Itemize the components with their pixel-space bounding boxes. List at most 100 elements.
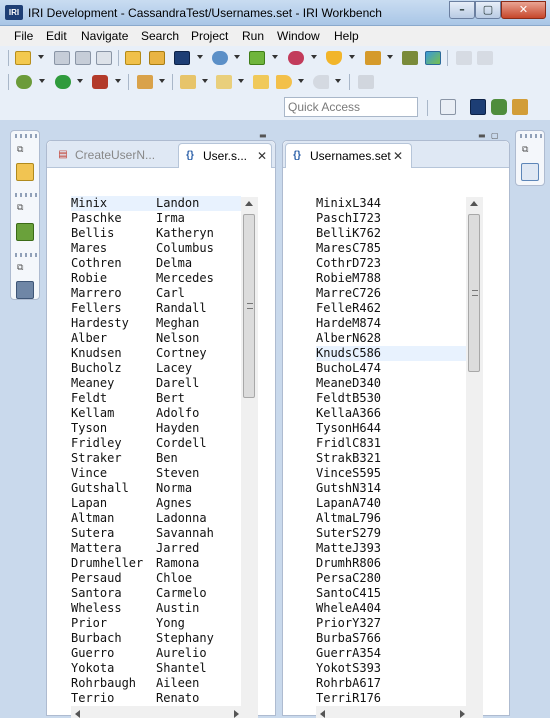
username-line[interactable]: PriorY327: [316, 616, 466, 631]
close-tab-icon[interactable]: ✕: [257, 144, 267, 168]
username-line[interactable]: WheleA404: [316, 601, 466, 616]
chevron-down-icon[interactable]: [349, 55, 355, 59]
data-source-icon[interactable]: [16, 281, 34, 299]
editor-line[interactable]: Minix Landon: [71, 196, 241, 211]
username-line[interactable]: VinceS595: [316, 466, 466, 481]
chevron-down-icon[interactable]: [202, 79, 208, 83]
chevron-down-icon[interactable]: [77, 79, 83, 83]
username-line[interactable]: DrumhR806: [316, 556, 466, 571]
username-line[interactable]: LapanA740: [316, 496, 466, 511]
editor-line[interactable]: Hardesty Meghan: [71, 316, 241, 331]
editor-line[interactable]: Tyson Hayden: [71, 421, 241, 436]
right-editor-text[interactable]: MinixL344 PaschI723 BelliK762 MaresC785 Coth…: [316, 196, 466, 706]
forward-icon[interactable]: [313, 75, 329, 89]
chevron-down-icon[interactable]: [234, 55, 240, 59]
pin-icon[interactable]: [358, 75, 374, 89]
tools-icon[interactable]: [365, 51, 381, 65]
editor-line[interactable]: Mattera Jarred: [71, 541, 241, 556]
menu-search[interactable]: Search: [141, 29, 179, 43]
restore-icon[interactable]: ⧉: [522, 145, 534, 155]
run-icon[interactable]: [55, 75, 71, 89]
username-line[interactable]: GutshN314: [316, 481, 466, 496]
annotation-icon[interactable]: [180, 75, 196, 89]
editor-line[interactable]: Bucholz Lacey: [71, 361, 241, 376]
username-line[interactable]: PaschI723: [316, 211, 466, 226]
username-line[interactable]: AltmaL796: [316, 511, 466, 526]
chevron-down-icon[interactable]: [387, 55, 393, 59]
scroll-up-icon[interactable]: [470, 201, 478, 206]
editor-line[interactable]: Rohrbaugh Aileen: [71, 676, 241, 691]
chevron-down-icon[interactable]: [272, 55, 278, 59]
quick-access-input[interactable]: Quick Access: [284, 97, 418, 117]
editor-line[interactable]: Burbach Stephany: [71, 631, 241, 646]
java-perspective-icon[interactable]: [512, 99, 528, 115]
menu-project[interactable]: Project: [191, 29, 228, 43]
username-line[interactable]: MeaneD340: [316, 376, 466, 391]
scroll-up-icon[interactable]: [245, 201, 253, 206]
username-line[interactable]: SuterS279: [316, 526, 466, 541]
trim-grip[interactable]: [520, 134, 544, 138]
shield-icon[interactable]: [288, 51, 304, 65]
trim-grip[interactable]: [15, 134, 39, 138]
chevron-down-icon[interactable]: [39, 79, 45, 83]
scroll-right-icon[interactable]: [234, 710, 239, 718]
username-line[interactable]: KnudsC586: [316, 346, 466, 361]
menu-help[interactable]: Help: [334, 29, 359, 43]
restore-icon[interactable]: ⧉: [17, 263, 29, 273]
open-perspective-icon[interactable]: [440, 99, 456, 115]
tab-create-user[interactable]: ▤ CreateUserN...: [51, 143, 177, 168]
editor-line[interactable]: Paschke Irma: [71, 211, 241, 226]
editor-line[interactable]: Meaney Darell: [71, 376, 241, 391]
scroll-thumb[interactable]: [468, 214, 480, 372]
editor-line[interactable]: Yokota Shantel: [71, 661, 241, 676]
username-line[interactable]: StrakB321: [316, 451, 466, 466]
chevron-down-icon[interactable]: [115, 79, 121, 83]
chevron-down-icon[interactable]: [311, 55, 317, 59]
editor-line[interactable]: Kellam Adolfo: [71, 406, 241, 421]
username-line[interactable]: SantoC415: [316, 586, 466, 601]
right-vertical-scrollbar[interactable]: [466, 197, 483, 707]
editor-line[interactable]: Sutera Savannah: [71, 526, 241, 541]
wrench-icon[interactable]: [402, 51, 418, 65]
editor-line[interactable]: Lapan Agnes: [71, 496, 241, 511]
undo-icon[interactable]: [456, 51, 472, 65]
username-line[interactable]: FridlC831: [316, 436, 466, 451]
username-line[interactable]: MinixL344: [316, 196, 466, 211]
left-vertical-scrollbar[interactable]: [241, 197, 258, 707]
menu-edit[interactable]: Edit: [46, 29, 67, 43]
username-line[interactable]: HardeM874: [316, 316, 466, 331]
username-line[interactable]: MaresC785: [316, 241, 466, 256]
minimize-stack-icon[interactable]: ▬: [478, 131, 488, 140]
outline-view-icon[interactable]: [521, 163, 539, 181]
palette-icon[interactable]: [249, 51, 265, 65]
editor-line[interactable]: Guerro Aurelio: [71, 646, 241, 661]
username-line[interactable]: MarreC726: [316, 286, 466, 301]
username-line[interactable]: BelliK762: [316, 226, 466, 241]
username-line[interactable]: AlberN628: [316, 331, 466, 346]
back-icon[interactable]: [276, 75, 292, 89]
scroll-thumb[interactable]: [243, 214, 255, 398]
username-line[interactable]: GuerrA354: [316, 646, 466, 661]
chevron-down-icon[interactable]: [38, 55, 44, 59]
next-annotation-icon[interactable]: [216, 75, 232, 89]
run-job-icon[interactable]: [212, 51, 228, 65]
username-line[interactable]: PersaC280: [316, 571, 466, 586]
chevron-down-icon[interactable]: [298, 79, 304, 83]
minimize-button[interactable]: –: [449, 1, 475, 19]
tab-user-set[interactable]: {} User.s... ✕: [178, 143, 272, 168]
left-horizontal-scrollbar[interactable]: [71, 706, 258, 718]
editor-line[interactable]: Marrero Carl: [71, 286, 241, 301]
editor-line[interactable]: Mares Columbus: [71, 241, 241, 256]
debug-icon[interactable]: [16, 75, 32, 89]
editor-line[interactable]: Gutshall Norma: [71, 481, 241, 496]
chevron-down-icon[interactable]: [335, 79, 341, 83]
editor-line[interactable]: Knudsen Cortney: [71, 346, 241, 361]
iri-perspective-icon[interactable]: [470, 99, 486, 115]
username-line[interactable]: KellaA366: [316, 406, 466, 421]
editor-line[interactable]: Terrio Renato: [71, 691, 241, 706]
editor-line[interactable]: Vince Steven: [71, 466, 241, 481]
editor-line[interactable]: Drumheller Ramona: [71, 556, 241, 571]
scroll-left-icon[interactable]: [75, 710, 80, 718]
username-line[interactable]: CothrD723: [316, 256, 466, 271]
iri-icon[interactable]: [174, 51, 190, 65]
